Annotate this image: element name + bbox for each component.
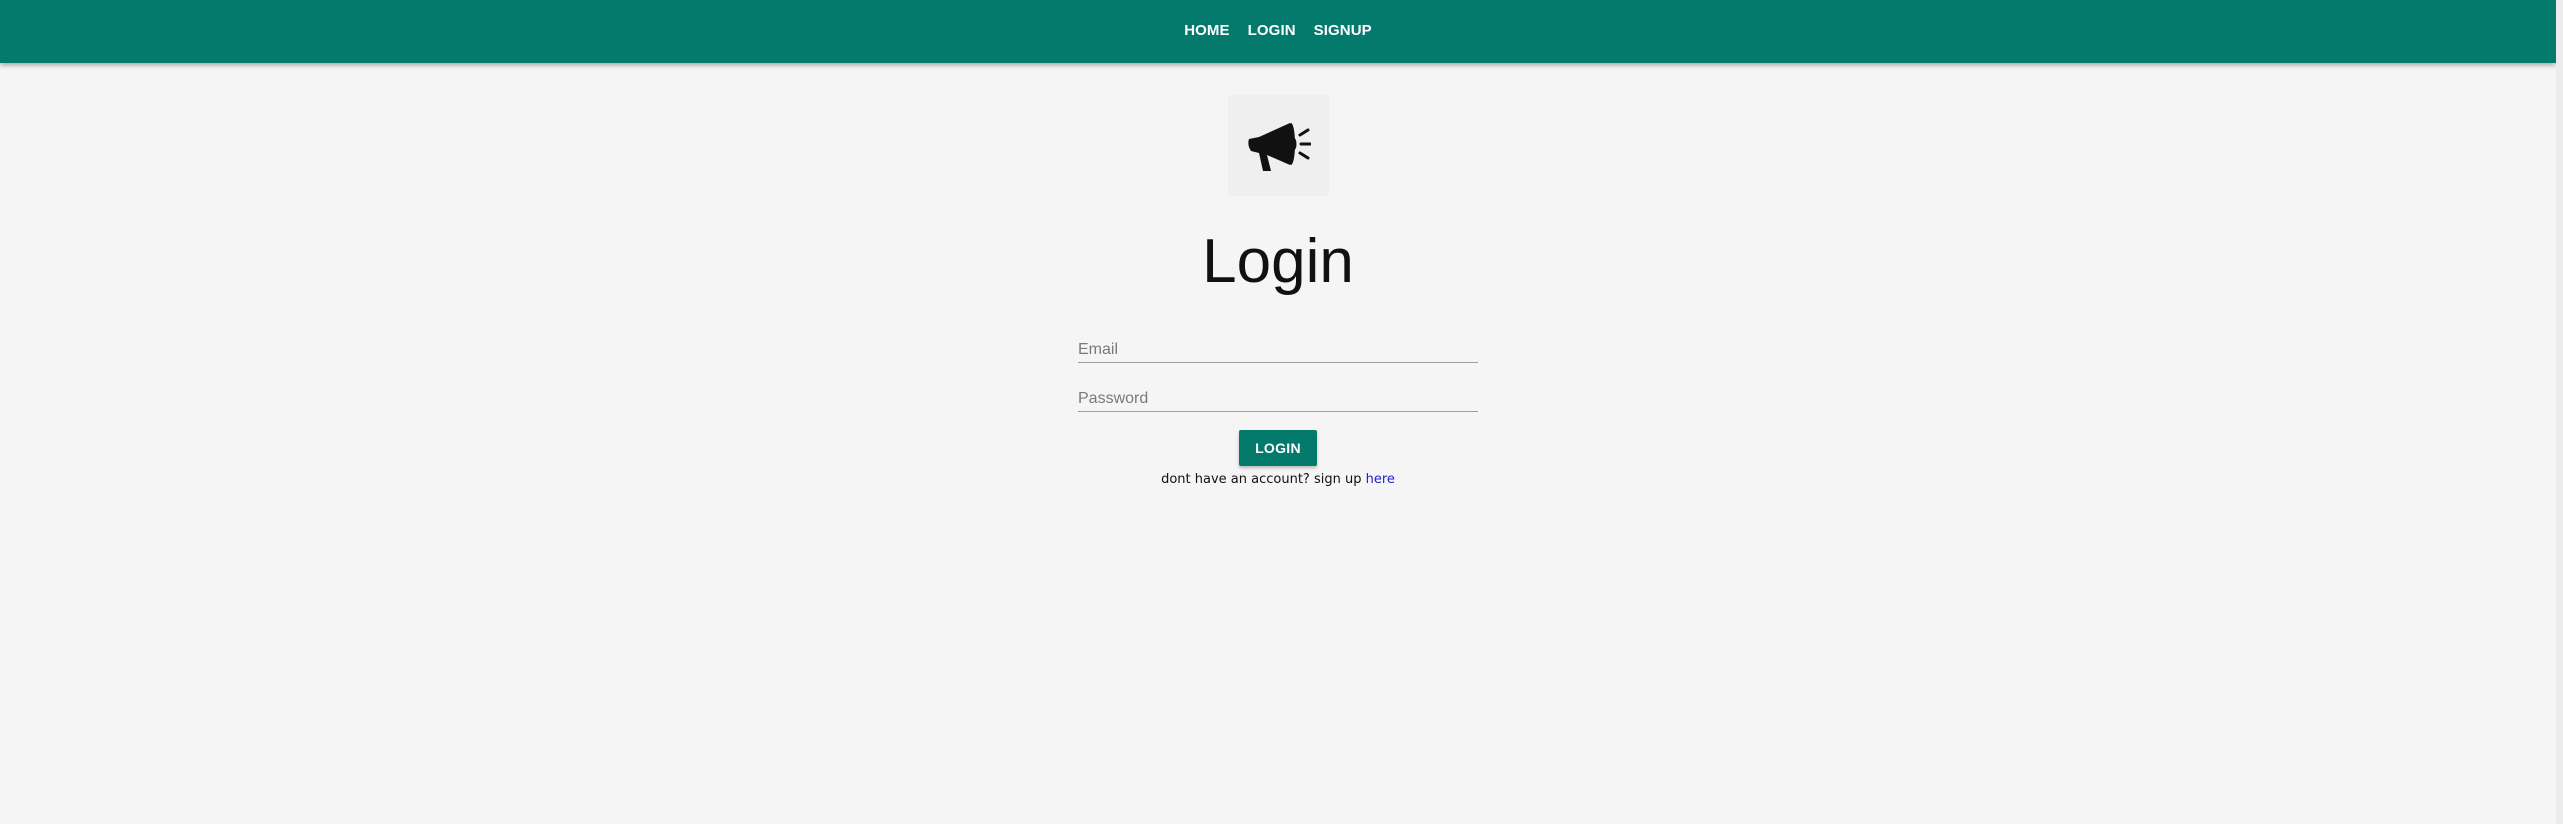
- nav-login-link[interactable]: LOGIN: [1239, 22, 1305, 39]
- app-page: HOME LOGIN SIGNUP Login Email LOGIN dont…: [0, 0, 2556, 824]
- megaphone-icon: [1248, 122, 1311, 171]
- submit-row: LOGIN: [1078, 430, 1478, 466]
- page-title: Login: [1202, 227, 1354, 296]
- signup-here-link[interactable]: here: [1366, 472, 1395, 487]
- top-navbar: HOME LOGIN SIGNUP: [0, 0, 2556, 63]
- nav-home-link[interactable]: HOME: [1175, 22, 1238, 39]
- password-field-wrapper: [1078, 371, 1478, 412]
- app-logo: [1227, 95, 1329, 196]
- login-button[interactable]: LOGIN: [1239, 430, 1317, 466]
- email-field-wrapper: [1078, 322, 1478, 363]
- signup-prompt-text: dont have an account? sign up: [1161, 472, 1366, 487]
- login-form: LOGIN dont have an account? sign up here: [1078, 322, 1478, 487]
- nav-links: HOME LOGIN SIGNUP: [1175, 22, 1381, 39]
- login-container: Login LOGIN dont have an account? sign u…: [0, 95, 2556, 487]
- password-input[interactable]: [1078, 390, 1478, 408]
- signup-prompt: dont have an account? sign up here: [1078, 472, 1478, 487]
- email-input[interactable]: [1078, 341, 1478, 359]
- nav-signup-link[interactable]: SIGNUP: [1305, 22, 1381, 39]
- window-edge: [2556, 0, 2563, 824]
